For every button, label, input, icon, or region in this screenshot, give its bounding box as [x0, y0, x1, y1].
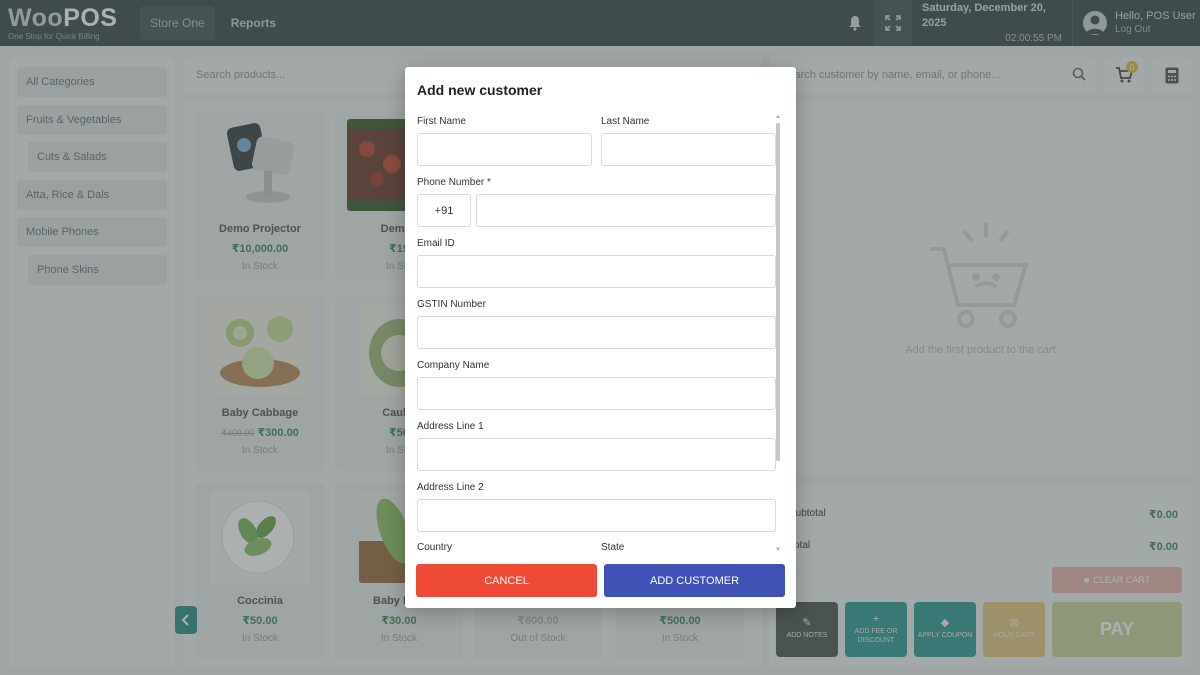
last-name-label: Last Name — [601, 116, 650, 127]
phone-label: Phone Number * — [417, 177, 491, 188]
gstin-label: GSTIN Number — [417, 299, 486, 310]
country-label: Country — [417, 542, 453, 553]
email-field[interactable] — [417, 255, 776, 288]
scroll-down-arrow-icon[interactable]: ▼ — [775, 547, 781, 553]
address-line-2-label: Address Line 2 — [417, 482, 484, 493]
address-line-2-field[interactable] — [417, 499, 776, 532]
customer-form: First Name Last Name Phone Number * +91 … — [417, 111, 777, 553]
country-code-select[interactable]: +91 — [417, 194, 471, 227]
scrollbar-thumb[interactable] — [776, 123, 780, 461]
company-label: Company Name — [417, 360, 490, 371]
add-customer-dialog: Add new customer First Name Last Name Ph… — [405, 67, 796, 608]
state-label: State — [601, 542, 625, 553]
email-label: Email ID — [417, 238, 455, 249]
dialog-scrollbar[interactable]: ▲ ▼ — [775, 114, 781, 554]
add-customer-button[interactable]: ADD CUSTOMER — [604, 564, 785, 597]
phone-field[interactable] — [476, 194, 776, 227]
dialog-title: Add new customer — [417, 82, 543, 98]
first-name-field[interactable] — [417, 133, 592, 166]
address-line-1-field[interactable] — [417, 438, 776, 471]
gstin-field[interactable] — [417, 316, 776, 349]
scroll-up-arrow-icon[interactable]: ▲ — [775, 114, 781, 120]
last-name-field[interactable] — [601, 133, 776, 166]
first-name-label: First Name — [417, 116, 466, 127]
address-line-1-label: Address Line 1 — [417, 421, 484, 432]
company-field[interactable] — [417, 377, 776, 410]
cancel-button[interactable]: CANCEL — [416, 564, 597, 597]
